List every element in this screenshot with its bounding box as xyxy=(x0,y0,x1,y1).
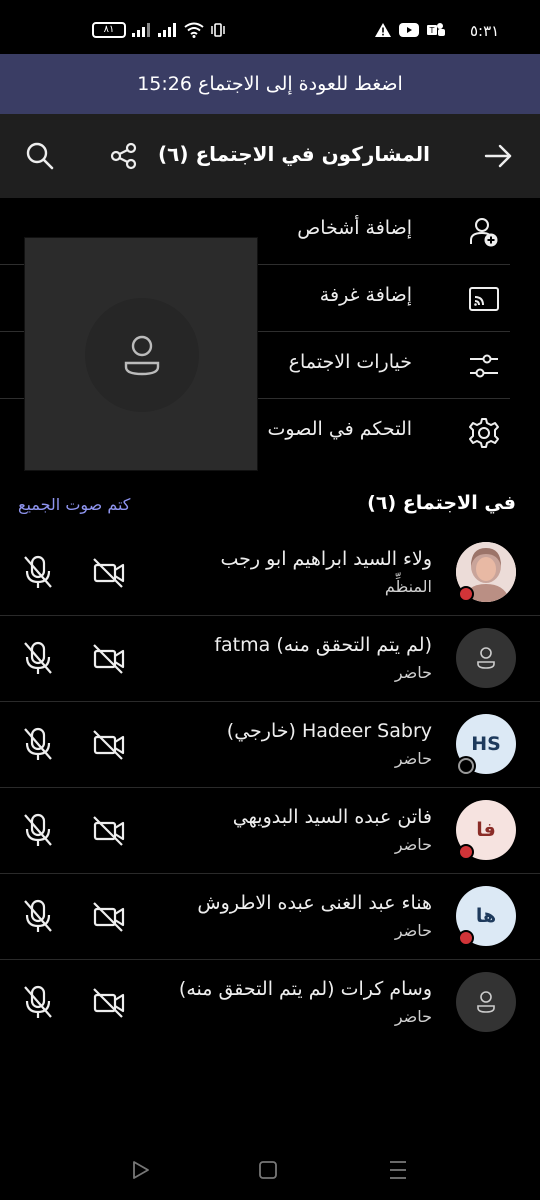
menu-item-label: إضافة غرفة xyxy=(319,284,412,306)
page-title: المشاركون في الاجتماع (٦) xyxy=(157,142,430,166)
youtube-icon xyxy=(399,23,419,37)
participant-name: ولاء السيد ابراهيم ابو رجب xyxy=(220,548,432,570)
back-button[interactable] xyxy=(480,138,516,174)
participant-name: Hadeer Sabry (خارجي) xyxy=(226,720,432,742)
svg-text:T: T xyxy=(429,26,435,35)
mic-off-icon[interactable] xyxy=(22,812,54,848)
return-to-meeting-banner[interactable]: اضغط للعودة إلى الاجتماع 15:26 xyxy=(0,54,540,114)
camera-off-icon[interactable] xyxy=(92,900,126,934)
vibrate-icon xyxy=(211,23,225,37)
sliders-icon xyxy=(468,350,500,382)
menu-item-label: إضافة أشخاص xyxy=(297,217,412,239)
camera-off-icon[interactable] xyxy=(92,986,126,1020)
participant-row[interactable]: هناء عبد الغنى عبده الاطروش حاضر ها xyxy=(0,874,540,960)
back-triangle-icon xyxy=(133,1161,149,1179)
mic-off-icon[interactable] xyxy=(22,726,54,762)
participant-row[interactable]: وسام كرات (لم يتم التحقق منه) حاضر xyxy=(0,960,540,1046)
camera-off-icon[interactable] xyxy=(92,556,126,590)
presence-busy-indicator xyxy=(458,930,474,946)
person-placeholder-icon xyxy=(477,991,495,1013)
menu-lines-icon xyxy=(390,1161,406,1179)
banner-text: اضغط للعودة إلى الاجتماع 15:26 xyxy=(137,73,403,95)
status-time: ٥:٣١ xyxy=(470,22,500,40)
participant-role: حاضر xyxy=(394,835,432,854)
mic-off-icon[interactable] xyxy=(22,898,54,934)
avatar xyxy=(85,298,199,412)
signal-icon xyxy=(132,23,150,37)
camera-off-icon[interactable] xyxy=(92,814,126,848)
back-nav-button[interactable] xyxy=(126,1156,154,1184)
camera-off-icon[interactable] xyxy=(92,728,126,762)
participant-row[interactable]: Hadeer Sabry (خارجي) حاضر HS xyxy=(0,702,540,788)
participant-role: المنظِّم xyxy=(384,577,432,596)
gear-icon xyxy=(468,417,500,449)
person-placeholder-icon xyxy=(124,335,160,376)
presence-busy-indicator xyxy=(458,586,474,602)
warning-icon xyxy=(375,23,391,37)
home-nav-button[interactable] xyxy=(254,1156,282,1184)
participant-role: حاضر xyxy=(394,921,432,940)
person-placeholder-icon xyxy=(477,647,495,669)
participant-row[interactable]: ولاء السيد ابراهيم ابو رجب المنظِّم xyxy=(0,530,540,616)
participant-role: حاضر xyxy=(394,1007,432,1026)
in-meeting-heading: في الاجتماع (٦) xyxy=(367,492,516,514)
menu-item-label: التحكم في الصوت xyxy=(267,418,412,440)
home-square-icon xyxy=(259,1161,277,1179)
camera-off-icon[interactable] xyxy=(92,642,126,676)
participants-list: ولاء السيد ابراهيم ابو رجب المنظِّم (لم … xyxy=(0,530,540,1046)
mic-off-icon[interactable] xyxy=(22,554,54,590)
participant-name: هناء عبد الغنى عبده الاطروش xyxy=(197,892,432,914)
search-button[interactable] xyxy=(22,138,58,174)
share-button[interactable] xyxy=(106,138,142,174)
mute-all-link[interactable]: كتم صوت الجميع xyxy=(18,495,130,514)
system-nav-bar xyxy=(0,1140,540,1200)
cast-room-icon xyxy=(468,283,500,315)
participants-header: المشاركون في الاجتماع (٦) xyxy=(0,114,540,198)
status-icons-left: ٨١ xyxy=(92,22,226,38)
signal-icon-2 xyxy=(158,23,176,37)
teams-icon: T xyxy=(427,23,445,36)
presence-offline-indicator xyxy=(458,758,474,774)
avatar xyxy=(456,628,516,688)
mic-off-icon[interactable] xyxy=(22,984,54,1020)
participant-role: حاضر xyxy=(394,749,432,768)
arrow-right-icon xyxy=(484,144,512,168)
share-icon xyxy=(110,142,137,170)
participant-name: (لم يتم التحقق منه) fatma xyxy=(214,634,432,656)
presence-busy-indicator xyxy=(458,844,474,860)
status-bar: ٨١ T ٥:٣١ xyxy=(0,0,540,54)
participant-name: وسام كرات (لم يتم التحقق منه) xyxy=(178,978,432,1000)
participant-row[interactable]: فاتن عبده السيد البدويهي حاضر فا xyxy=(0,788,540,874)
battery-icon: ٨١ xyxy=(92,22,126,38)
wifi-icon xyxy=(184,22,204,38)
search-icon xyxy=(26,142,54,170)
recents-nav-button[interactable] xyxy=(384,1156,412,1184)
participant-row[interactable]: (لم يتم التحقق منه) fatma حاضر xyxy=(0,616,540,702)
mic-off-icon[interactable] xyxy=(22,640,54,676)
self-video-preview[interactable] xyxy=(24,237,258,471)
participant-role: حاضر xyxy=(394,663,432,682)
avatar xyxy=(456,972,516,1032)
status-icons-right: T xyxy=(375,22,445,38)
menu-item-label: خيارات الاجتماع xyxy=(288,351,412,373)
add-person-icon xyxy=(468,216,500,248)
participant-name: فاتن عبده السيد البدويهي xyxy=(232,806,432,828)
